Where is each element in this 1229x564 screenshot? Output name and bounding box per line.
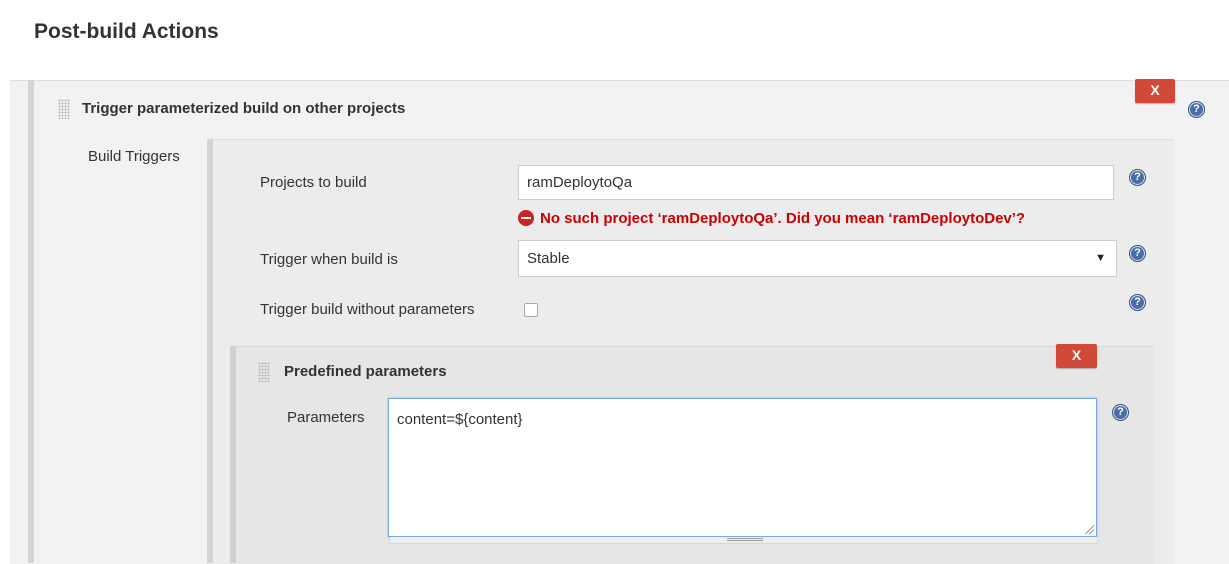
project-error-message: No such project ‘ramDeploytoQa’. Did you…	[518, 210, 1025, 232]
predefined-params-accent-bar	[230, 346, 236, 563]
trigger-when-label: Trigger when build is	[260, 251, 398, 268]
trigger-when-value: Stable	[527, 250, 570, 267]
section-title: Post-build Actions	[34, 20, 219, 43]
drag-handle-icon[interactable]	[58, 99, 70, 119]
help-icon-projects[interactable]: ?	[1129, 169, 1146, 186]
project-error-text: No such project ‘ramDeploytoQa’. Did you…	[540, 210, 1026, 227]
without-params-label: Trigger build without parameters	[260, 301, 475, 318]
grippie-lines-icon	[727, 538, 763, 541]
without-params-checkbox[interactable]	[524, 303, 538, 317]
parameters-textarea[interactable]: content=${content}	[388, 398, 1097, 537]
textarea-resize-grippie[interactable]	[389, 537, 1098, 544]
delete-predefined-params-button[interactable]: X	[1056, 344, 1097, 368]
delete-step-button[interactable]: X	[1135, 79, 1175, 103]
resize-corner-icon[interactable]	[1084, 524, 1094, 534]
trigger-step-accent-bar	[28, 80, 34, 563]
trigger-when-select[interactable]: Stable ▼	[518, 240, 1117, 277]
projects-to-build-label: Projects to build	[260, 174, 367, 191]
help-icon-trigger-when[interactable]: ?	[1129, 245, 1146, 262]
build-triggers-label: Build Triggers	[88, 148, 180, 165]
predefined-params-title: Predefined parameters	[284, 363, 447, 380]
parameters-label: Parameters	[287, 409, 365, 426]
projects-to-build-input[interactable]	[518, 165, 1114, 200]
help-icon-without-params[interactable]: ?	[1129, 294, 1146, 311]
chevron-down-icon: ▼	[1095, 252, 1106, 264]
drag-handle-icon[interactable]	[258, 362, 270, 382]
help-icon-step[interactable]: ?	[1188, 101, 1205, 118]
step-title: Trigger parameterized build on other pro…	[82, 100, 406, 117]
help-icon-parameters[interactable]: ?	[1112, 404, 1129, 421]
build-triggers-accent-bar	[207, 139, 213, 563]
error-icon	[518, 210, 534, 226]
